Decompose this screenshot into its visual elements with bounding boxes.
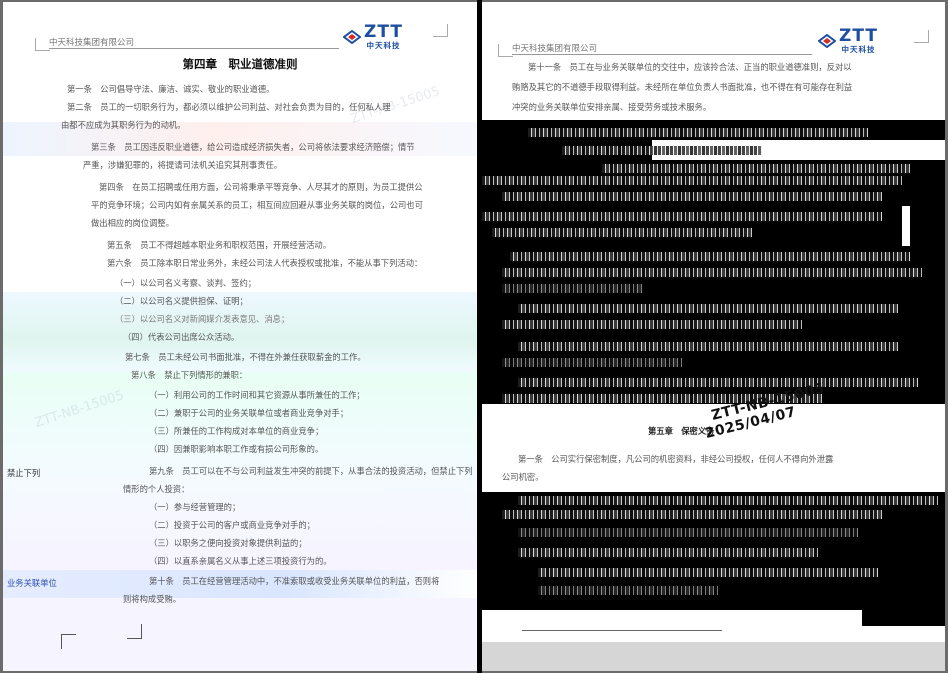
logo-brand: ZTT: [839, 26, 878, 46]
scan-artifact: [502, 358, 682, 367]
text-line: 贿赂及其它的不道德手段取得利益。未经所在单位负责人书面批准，也不得在有可能存在利…: [512, 82, 853, 92]
scan-artifact: [482, 212, 882, 221]
text-line: 则将构成受贿。: [123, 594, 182, 604]
scan-artifact: [528, 128, 868, 137]
scan-artifact: [492, 228, 752, 237]
scan-artifact: [518, 342, 898, 351]
text-line: 第四条 在员工招聘或任用方面，公司将秉承平等竞争、人尽其才的原则，为员工提供公: [99, 182, 423, 192]
document-page-right: 中天科技集团有限公司 ZTT 中天科技 第十一条 员工在与业务关联单位的交往中，…: [482, 2, 945, 671]
scan-artifact: [502, 320, 802, 329]
text-line: 做出相应的岗位调整。: [91, 218, 174, 228]
text-line: 第二条 员工的一切职务行为，都必须以维护公司利益、对社会负责为目的，任何私人理: [67, 102, 391, 112]
text-line: 第十条 员工在经营管理活动中，不准索取或收受业务关联单位的利益，否则将: [149, 576, 440, 586]
text-line: （二）以公司名义提供担保、证明；: [115, 296, 248, 306]
text-line: 第七条 员工未经公司书面批准，不得在外兼任获取薪金的工作。: [125, 352, 366, 362]
scan-artifact: [502, 268, 922, 277]
scan-artifact: [502, 192, 882, 201]
crop-mark: [127, 624, 142, 639]
text-line: （一）参与经营管理的；: [149, 502, 241, 512]
text-line: （三）以职务之便向投资对象提供利益的；: [149, 538, 307, 548]
scan-artifact: [602, 164, 922, 173]
scan-artifact: [538, 568, 878, 577]
text-line: （三）以公司名义对新闻媒介发表意见、消息；: [115, 314, 290, 324]
scan-artifact: [910, 162, 945, 246]
text-line: 第五条 员工不得超越本职业务和职权范围，开展经营活动。: [107, 240, 332, 250]
header-rule: [49, 48, 339, 49]
scan-artifact: [562, 146, 762, 155]
crop-mark: [35, 38, 50, 51]
scan-artifact: [510, 252, 910, 261]
text-line: （四）以直系亲属名义从事上述三项投资行为的。: [149, 556, 332, 566]
text-line: 冲突的业务关联单位安排亲属、接受劳务或技术服务。: [512, 102, 712, 112]
scan-artifact: [538, 586, 718, 595]
header-company-name: 中天科技集团有限公司: [512, 44, 598, 54]
text-line: 第九条 员工可以在不与公司利益发生冲突的前提下，从事合法的投资活动，但禁止下列: [149, 466, 473, 476]
scan-artifact: [518, 378, 918, 387]
text-line: 第六条 员工除本职日常业务外，未经公司法人代表授权或批准，不能从事下列活动：: [107, 258, 423, 268]
scan-artifact: [518, 528, 858, 537]
margin-note: 业务关联单位: [7, 578, 57, 588]
text-line: 情形的个人投资：: [123, 484, 190, 494]
text-line: （三）所兼任的工作构成对本单位的商业竞争；: [149, 426, 324, 436]
header-rule: [512, 54, 812, 55]
page-bottom-shade: [482, 642, 945, 671]
scan-artifact: [502, 284, 642, 293]
document-page-left: 中天科技集团有限公司 ZTT 中天科技 ZTT-NB-15005 ZTT-NB-…: [3, 2, 477, 671]
footer-rule: [522, 630, 722, 631]
company-logo: ZTT 中天科技: [818, 28, 878, 54]
margin-note: 禁止下列: [7, 468, 41, 478]
logo-cn-name: 中天科技: [841, 45, 876, 54]
text-line: 严重，涉嫌犯罪的，将提请司法机关追究其刑事责任。: [83, 160, 283, 170]
scan-artifact: [502, 510, 882, 519]
text-line: 第十一条 员工在与业务关联单位的交往中，应该拎合法、正当的职业道德准则，反对以: [528, 62, 852, 72]
text-line: 平的竞争环境；公司内如有亲属关系的员工，相互间应回避从事业务关联的岗位，公司也可: [91, 200, 423, 210]
text-line: 公司机密。: [502, 472, 544, 482]
scan-artifact: [518, 548, 818, 557]
text-line: （一）利用公司的工作时间和其它资源从事所兼任的工作；: [149, 390, 365, 400]
header-company-name: 中天科技集团有限公司: [49, 38, 135, 48]
text-line: 由都不应成为其职务行为的动机。: [61, 120, 186, 130]
scan-artifact: [862, 610, 945, 626]
crop-mark: [914, 30, 929, 43]
crop-mark: [433, 24, 448, 37]
text-line: （四）代表公司出席公众活动。: [123, 332, 240, 342]
text-line: 第一条 公司实行保密制度，凡公司的机密资料，非经公司授权，任何人不得向外泄露: [518, 454, 834, 464]
crop-mark: [498, 44, 513, 57]
scan-artifact: [482, 176, 902, 185]
text-line: （二）兼职于公司的业务关联单位或者商业竞争对手；: [149, 408, 349, 418]
scan-artifact: [518, 496, 938, 505]
text-line: 第一条 公司倡导守法、廉洁、诚实、敬业的职业道德。: [67, 84, 275, 94]
logo-diamond-icon: [343, 29, 361, 44]
company-logo: ZTT 中天科技: [343, 24, 403, 50]
text-line: （一）以公司名义考察、谈判、签约；: [115, 278, 257, 288]
logo-cn-name: 中天科技: [366, 41, 401, 50]
text-line: （四）因兼职影响本职工作或有损公司形象的。: [149, 444, 324, 454]
logo-diamond-icon: [818, 33, 836, 48]
text-line: 第三条 员工因违反职业道德，给公司造成经济损失者，公司将依法要求经济赔偿；情节: [91, 142, 415, 152]
scan-artifact: [518, 304, 898, 313]
crop-mark: [61, 634, 76, 649]
chapter-title: 第四章 职业道德准则: [182, 57, 298, 71]
text-line: （二）投资于公司的客户或商业竞争对手的；: [149, 520, 315, 530]
text-line: 第八条 禁止下列情形的兼职：: [131, 370, 248, 380]
logo-brand: ZTT: [364, 22, 403, 42]
